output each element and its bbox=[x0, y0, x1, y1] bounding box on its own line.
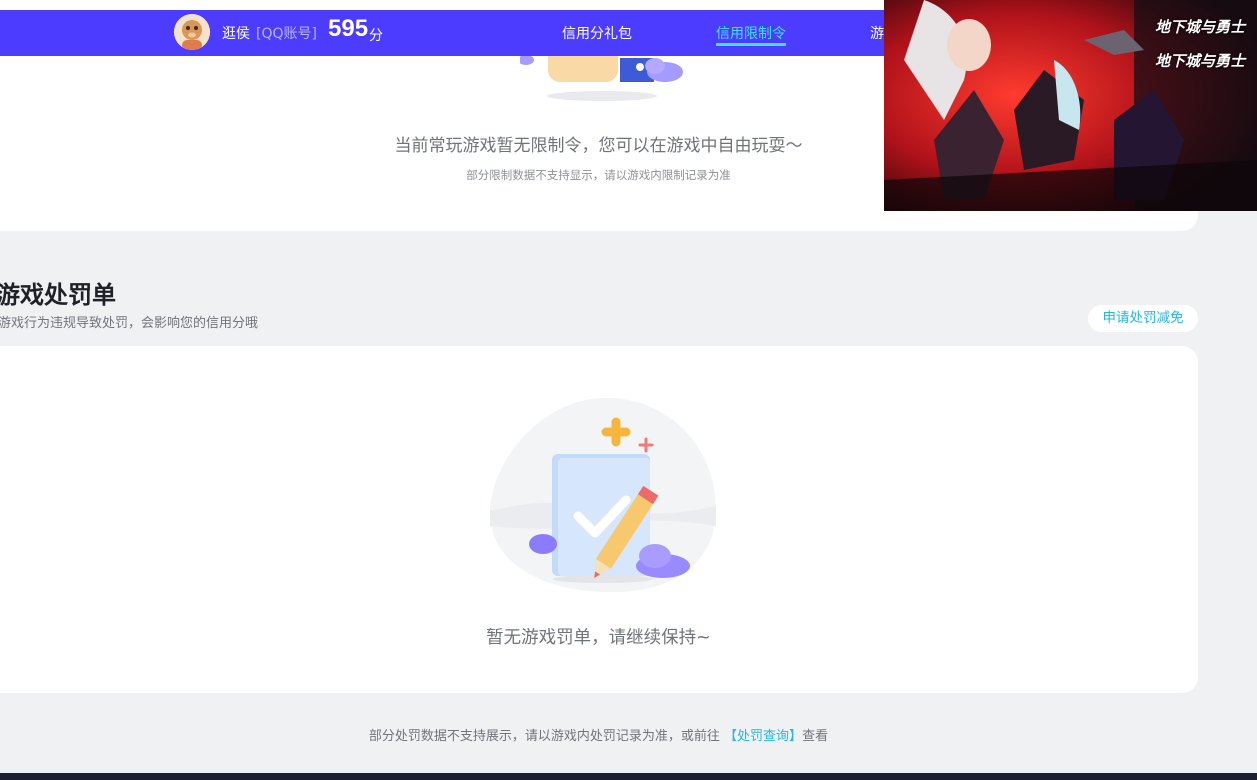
penalty-query-link[interactable]: 【处罚查询】 bbox=[724, 729, 802, 744]
user-name: 逛侯 bbox=[222, 26, 250, 42]
avatar[interactable] bbox=[174, 14, 210, 50]
ad-logo-1: 地下城与勇士 bbox=[1154, 18, 1245, 36]
score-unit: 分 bbox=[369, 28, 383, 44]
tab-credit-gift[interactable]: 信用分礼包 bbox=[562, 23, 632, 43]
tab-game[interactable]: 游 bbox=[870, 23, 884, 43]
credit-score: 595 bbox=[328, 15, 369, 42]
active-tab-indicator bbox=[716, 43, 786, 46]
no-penalty-illustration bbox=[489, 397, 717, 593]
footer-note-text: 部分处罚数据不支持展示，请以游戏内处罚记录为准，或前往 bbox=[368, 729, 725, 744]
footer-note-suffix: 查看 bbox=[802, 729, 829, 744]
section-title: 游戏处罚单 bbox=[0, 281, 116, 309]
ad-logo-2: 地下城与勇士 bbox=[1154, 52, 1245, 70]
tab-credit-restriction[interactable]: 信用限制令 bbox=[716, 23, 786, 43]
no-penalty-text: 暂无游戏罚单，请继续保持~ bbox=[486, 628, 711, 648]
game-ad-banner[interactable]: 地下城与勇士 地下城与勇士 bbox=[884, 0, 1257, 211]
section-subtitle: 游戏行为违规导致处罚，会影响您的信用分哦 bbox=[0, 316, 259, 331]
bottom-bar bbox=[0, 773, 1257, 780]
account-type: [QQ账号] bbox=[256, 26, 317, 42]
footer-note: 部分处罚数据不支持展示，请以游戏内处罚记录为准，或前往 【处罚查询】查看 bbox=[0, 725, 1197, 744]
apply-penalty-reduction-button[interactable]: 申请处罚减免 bbox=[1088, 305, 1198, 332]
